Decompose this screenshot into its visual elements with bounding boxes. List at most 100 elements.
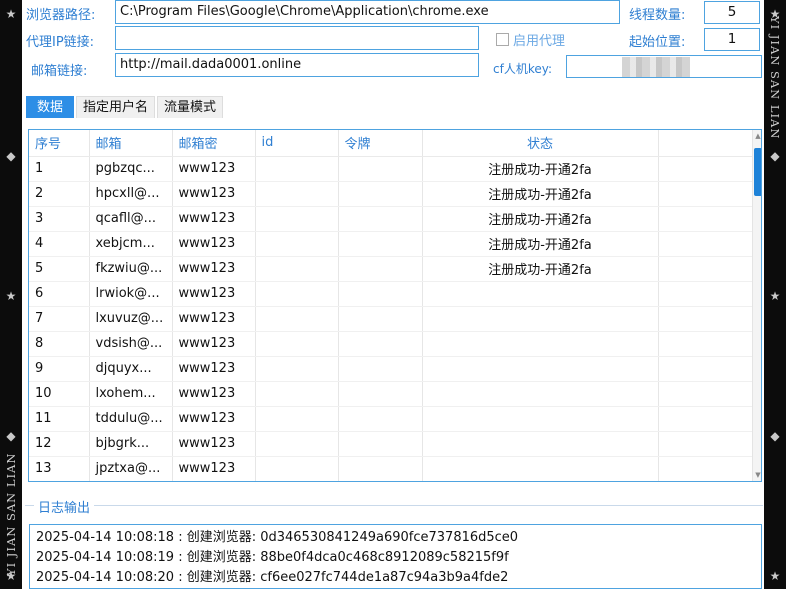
email-link-field[interactable]: http://mail.dada0001.online xyxy=(115,53,479,77)
cell-index: 4 xyxy=(29,231,90,257)
cell-status xyxy=(422,431,659,457)
cell-email: djquyx... xyxy=(89,356,173,382)
cell-status xyxy=(422,456,659,481)
cell-status: 注册成功-开通2fa xyxy=(422,156,659,182)
column-header-token[interactable]: 令牌 xyxy=(338,130,423,157)
column-header-extra[interactable] xyxy=(658,130,753,157)
cell-index: 13 xyxy=(29,456,90,481)
cell-id xyxy=(255,281,339,307)
cell-email-password: www123 xyxy=(172,231,256,257)
cell-email: qcafll@... xyxy=(89,206,173,232)
email-link-label: 邮箱链接: xyxy=(31,64,88,79)
tab-traffic-mode[interactable]: 流量模式 xyxy=(157,96,224,118)
cell-index: 8 xyxy=(29,331,90,357)
cell-token xyxy=(338,431,423,457)
watermark-glyph: ★ xyxy=(769,7,781,21)
watermark-glyph: ◆ xyxy=(6,429,16,443)
cell-email: bjbgrk... xyxy=(89,431,173,457)
column-header-email[interactable]: 邮箱 xyxy=(89,130,173,157)
cell-extra xyxy=(658,206,753,232)
watermark-left: YI JIAN SAN LIAN ★ ◆ ★ ◆ ★ xyxy=(0,0,22,589)
cell-email-password: www123 xyxy=(172,431,256,457)
cell-token xyxy=(338,381,423,407)
scroll-up-icon[interactable]: ▲ xyxy=(753,130,761,142)
cell-id xyxy=(255,181,339,207)
thread-count-label: 线程数量: xyxy=(629,8,686,23)
main-window: 浏览器路径: C:\Program Files\Google\Chrome\Ap… xyxy=(22,0,764,589)
column-header-index[interactable]: 序号 xyxy=(29,130,90,157)
scroll-down-icon[interactable]: ▼ xyxy=(753,469,761,481)
watermark-glyph: ★ xyxy=(769,289,781,303)
table-row[interactable]: 7 lxuvuz@... www123 xyxy=(29,306,753,332)
tab-data[interactable]: 数据 xyxy=(26,96,75,118)
cell-token xyxy=(338,406,423,432)
cell-email: lxohem... xyxy=(89,381,173,407)
table-row[interactable]: 13 jpztxa@... www123 xyxy=(29,456,753,481)
cell-extra xyxy=(658,406,753,432)
cell-email-password: www123 xyxy=(172,381,256,407)
cell-status xyxy=(422,331,659,357)
cell-extra xyxy=(658,281,753,307)
cell-email-password: www123 xyxy=(172,206,256,232)
table-row[interactable]: 10 lxohem... www123 xyxy=(29,381,753,407)
cell-id xyxy=(255,406,339,432)
cell-extra xyxy=(658,231,753,257)
cell-token xyxy=(338,256,423,282)
cell-id xyxy=(255,456,339,481)
table-row[interactable]: 3 qcafll@... www123 注册成功-开通2fa xyxy=(29,206,753,232)
column-header-email-password[interactable]: 邮箱密 xyxy=(172,130,256,157)
cell-token xyxy=(338,231,423,257)
proxy-link-field[interactable] xyxy=(115,26,479,50)
cell-id xyxy=(255,431,339,457)
table-row[interactable]: 5 fkzwiu@... www123 注册成功-开通2fa xyxy=(29,256,753,282)
cell-extra xyxy=(658,256,753,282)
cell-status: 注册成功-开通2fa xyxy=(422,181,659,207)
cell-email-password: www123 xyxy=(172,156,256,182)
cell-status xyxy=(422,281,659,307)
log-line: 2025-04-14 10:08:20 : 创建浏览器: cf6ee027fc7… xyxy=(36,570,509,585)
vertical-scrollbar[interactable]: ▲ ▼ xyxy=(752,130,761,481)
cell-email: tddulu@... xyxy=(89,406,173,432)
start-position-label: 起始位置: xyxy=(629,35,686,50)
log-title: 日志输出 xyxy=(34,497,95,516)
enable-proxy-checkbox[interactable]: 启用代理 xyxy=(496,30,565,49)
watermark-glyph: ★ xyxy=(769,569,781,583)
cell-id xyxy=(255,206,339,232)
cell-email-password: www123 xyxy=(172,456,256,481)
scrollbar-thumb[interactable] xyxy=(754,148,761,196)
watermark-glyph: ◆ xyxy=(770,429,780,443)
column-header-id[interactable]: id xyxy=(255,130,339,157)
proxy-link-label: 代理IP链接: xyxy=(26,35,95,50)
browser-path-label: 浏览器路径: xyxy=(26,8,96,23)
table-row[interactable]: 6 lrwiok@... www123 xyxy=(29,281,753,307)
cell-index: 12 xyxy=(29,431,90,457)
log-output[interactable]: 2025-04-14 10:08:18 : 创建浏览器: 0d346530841… xyxy=(29,524,762,589)
table-row[interactable]: 2 hpcxll@... www123 注册成功-开通2fa xyxy=(29,181,753,207)
data-grid[interactable]: 序号 邮箱 邮箱密 id 令牌 状态 1 pgbzqc... www123 注册成功-… xyxy=(28,129,762,482)
watermark-right: YI JIAN SAN LIAN ★ ◆ ★ ◆ ★ xyxy=(764,0,786,589)
column-header-status[interactable]: 状态 xyxy=(422,130,659,157)
table-row[interactable]: 8 vdsish@... www123 xyxy=(29,331,753,357)
checkbox-box[interactable] xyxy=(496,33,509,46)
table-row[interactable]: 11 tddulu@... www123 xyxy=(29,406,753,432)
cell-index: 9 xyxy=(29,356,90,382)
log-line: 2025-04-14 10:08:19 : 创建浏览器: 88be0f4dca0… xyxy=(36,550,509,565)
cell-id xyxy=(255,381,339,407)
cell-email: lxuvuz@... xyxy=(89,306,173,332)
table-row[interactable]: 9 djquyx... www123 xyxy=(29,356,753,382)
cell-index: 7 xyxy=(29,306,90,332)
cell-email: vdsish@... xyxy=(89,331,173,357)
table-row[interactable]: 1 pgbzqc... www123 注册成功-开通2fa xyxy=(29,156,753,182)
cell-email: jpztxa@... xyxy=(89,456,173,481)
table-row[interactable]: 4 xebjcm... www123 注册成功-开通2fa xyxy=(29,231,753,257)
tab-specify-username[interactable]: 指定用户名 xyxy=(76,96,156,118)
start-position-field[interactable]: 1 xyxy=(704,28,760,51)
cell-token xyxy=(338,356,423,382)
browser-path-field[interactable]: C:\Program Files\Google\Chrome\Applicati… xyxy=(115,0,620,24)
thread-count-field[interactable]: 5 xyxy=(704,1,760,24)
cell-extra xyxy=(658,181,753,207)
cell-extra xyxy=(658,381,753,407)
table-row[interactable]: 12 bjbgrk... www123 xyxy=(29,431,753,457)
cell-id xyxy=(255,156,339,182)
cell-id xyxy=(255,256,339,282)
